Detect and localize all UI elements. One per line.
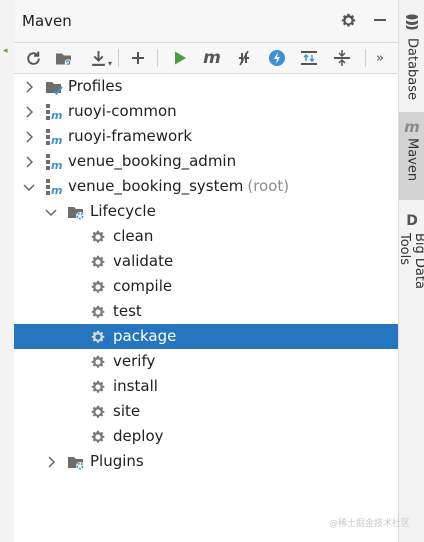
tree-node-label: ruoyi-framework <box>68 127 193 145</box>
reload-icon[interactable] <box>21 46 45 70</box>
goal-label: package <box>113 327 177 345</box>
maven-project-tree: Profiles m ruoyi-common m ruoyi-framewor… <box>14 74 398 474</box>
goal-label: clean <box>113 227 154 245</box>
gear-icon <box>89 278 107 296</box>
goal-label: verify <box>113 352 156 370</box>
chevron-right-icon[interactable] <box>22 99 36 124</box>
svg-text:m: m <box>51 184 62 196</box>
goal-package[interactable]: package <box>14 324 398 349</box>
run-icon[interactable] <box>168 46 192 70</box>
tree-node-ruoyi-framework[interactable]: m ruoyi-framework <box>14 124 398 149</box>
svg-text:m: m <box>51 109 62 121</box>
maven-module-icon: m <box>45 103 63 121</box>
database-tab[interactable]: Database <box>399 10 424 100</box>
maven-module-icon: m <box>45 178 63 196</box>
toolbar-separator <box>118 49 119 67</box>
profiles-folder-icon <box>45 78 63 96</box>
edge-marker-icon: ◂ <box>3 46 8 56</box>
gear-icon <box>89 253 107 271</box>
tree-node-label: Plugins <box>90 452 144 470</box>
gear-icon <box>89 403 107 421</box>
root-suffix: (root) <box>247 177 290 195</box>
goal-label: deploy <box>113 427 164 445</box>
right-tool-strip: Database m Maven D Big Data Tools <box>397 0 424 542</box>
toolbar-separator <box>157 49 158 67</box>
maven-tab-label: Maven <box>404 138 420 182</box>
goal-label: compile <box>113 277 173 295</box>
chevron-right-icon[interactable] <box>22 124 36 149</box>
chevron-down-icon[interactable] <box>22 174 36 199</box>
skip-tests-icon[interactable] <box>265 46 289 70</box>
goal-test[interactable]: test <box>14 299 398 324</box>
gear-icon <box>89 303 107 321</box>
tree-node-plugins[interactable]: Plugins <box>14 449 398 474</box>
big-data-tools-tab-label: Big Data Tools <box>397 233 424 289</box>
goal-label: validate <box>113 252 174 270</box>
chevron-right-icon[interactable] <box>44 449 58 474</box>
chevron-right-icon[interactable] <box>22 149 36 174</box>
goal-label: site <box>113 402 141 420</box>
gear-icon <box>89 328 107 346</box>
plugins-folder-icon <box>67 453 85 471</box>
tree-node-label: Lifecycle <box>90 202 156 220</box>
big-data-tools-tab[interactable]: D Big Data Tools <box>397 210 424 325</box>
maven-module-icon: m <box>45 153 63 171</box>
tool-window-header: Maven <box>14 0 398 43</box>
goal-install[interactable]: install <box>14 374 398 399</box>
collapse-all-icon[interactable] <box>330 46 354 70</box>
gear-icon <box>89 428 107 446</box>
maven-m-icon: m <box>404 118 420 136</box>
more-actions-chevron-icon[interactable]: » <box>370 46 390 70</box>
gear-icon[interactable] <box>337 9 359 31</box>
maven-toolbar: ▾ m » <box>14 43 398 74</box>
tree-node-ruoyi-common[interactable]: m ruoyi-common <box>14 99 398 124</box>
show-dependencies-icon[interactable] <box>297 46 321 70</box>
svg-text:m: m <box>51 159 62 171</box>
tree-node-label: venue_booking_system (root) <box>68 174 289 199</box>
watermark: @稀土掘金技术社区 <box>328 519 410 529</box>
goal-validate[interactable]: validate <box>14 249 398 274</box>
tree-node-label: venue_booking_admin <box>68 152 237 170</box>
maven-module-icon: m <box>45 128 63 146</box>
goal-label: test <box>113 302 142 320</box>
goal-verify[interactable]: verify <box>14 349 398 374</box>
download-sources-icon[interactable]: ▾ <box>86 46 112 70</box>
gear-icon <box>89 228 107 246</box>
tool-window-title: Maven <box>22 12 72 30</box>
big-data-d-icon: D <box>406 213 418 229</box>
module-name: venue_booking_system <box>68 177 244 195</box>
add-icon[interactable] <box>126 46 150 70</box>
tree-node-venue-booking-admin[interactable]: m venue_booking_admin <box>14 149 398 174</box>
tree-node-venue-booking-system[interactable]: m venue_booking_system (root) <box>14 174 398 199</box>
database-tab-label: Database <box>404 38 420 101</box>
left-tool-strip: ◂ <box>0 0 15 542</box>
minimize-icon[interactable] <box>369 9 391 31</box>
tree-node-label: Profiles <box>68 77 123 95</box>
toolbar-separator <box>365 49 366 67</box>
database-icon <box>405 14 419 34</box>
goal-clean[interactable]: clean <box>14 224 398 249</box>
gear-icon <box>89 353 107 371</box>
maven-tool-window: Maven ▾ m » Profiles m ruoyi-common m ru… <box>14 0 398 542</box>
svg-text:m: m <box>51 134 62 146</box>
gear-icon <box>89 378 107 396</box>
tree-node-lifecycle[interactable]: Lifecycle <box>14 199 398 224</box>
lifecycle-folder-icon <box>67 203 85 221</box>
tree-node-label: ruoyi-common <box>68 102 177 120</box>
goal-label: install <box>113 377 158 395</box>
maven-tab[interactable]: m Maven <box>399 112 424 200</box>
goal-deploy[interactable]: deploy <box>14 424 398 449</box>
goal-compile[interactable]: compile <box>14 274 398 299</box>
chevron-down-icon[interactable] <box>44 199 58 224</box>
tree-node-profiles[interactable]: Profiles <box>14 74 398 99</box>
generate-sources-folder-icon[interactable] <box>52 46 76 70</box>
execute-maven-goal-icon[interactable]: m <box>200 46 224 70</box>
chevron-right-icon[interactable] <box>22 74 36 99</box>
goal-site[interactable]: site <box>14 399 398 424</box>
toggle-offline-icon[interactable] <box>232 46 256 70</box>
